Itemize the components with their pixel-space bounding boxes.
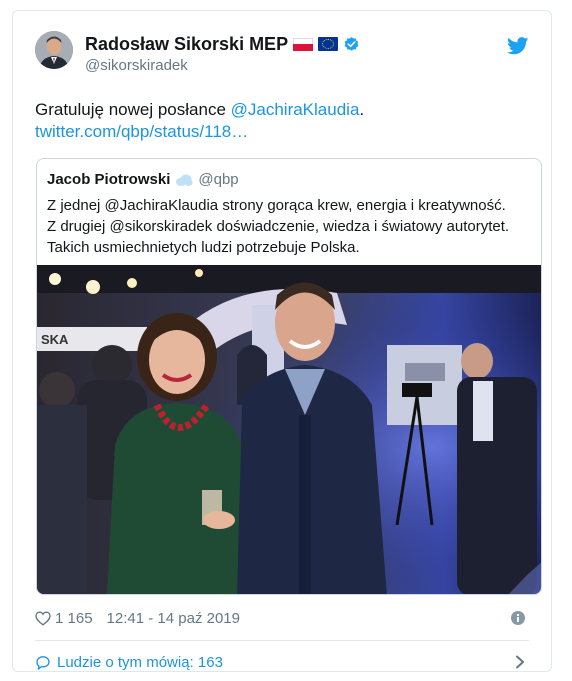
tweet-meta: 1 165 12:41 - 14 paź 2019 — [35, 608, 529, 628]
quoted-author-name: Jacob Piotrowski — [47, 171, 171, 188]
tweet-text-prefix: Gratuluję nowej posłance — [35, 100, 231, 119]
author-avatar[interactable] — [35, 31, 73, 69]
info-icon[interactable] — [511, 611, 525, 625]
heart-icon[interactable] — [35, 610, 51, 626]
author-names[interactable]: Radosław Sikorski MEP @sikorskiradek — [85, 33, 360, 74]
embedded-tweet-card: Radosław Sikorski MEP @sikorskiradek Gra… — [12, 10, 552, 672]
twitter-bird-icon[interactable] — [507, 37, 529, 55]
tweet-header: Radosław Sikorski MEP @sikorskiradek — [35, 31, 529, 77]
chevron-right-icon[interactable] — [515, 655, 525, 669]
quoted-line-3: Takich usmiechnietych ludzi potrzebuje P… — [47, 239, 360, 256]
author-display-name: Radosław Sikorski MEP — [85, 34, 289, 54]
comment-bubble-icon — [36, 655, 50, 670]
tweet-text: Gratuluję nowej posłance @JachiraKlaudia… — [35, 99, 529, 143]
quoted-author-handle: @qbp — [198, 171, 239, 188]
cloud-emoji-icon — [176, 174, 193, 186]
quoted-tweet[interactable]: Jacob Piotrowski @qbp Z jednej @JachiraK… — [36, 158, 542, 595]
flag-eu-icon — [318, 37, 339, 51]
tweet-text-suffix: . — [359, 100, 365, 119]
flag-pl-icon — [293, 37, 314, 51]
conversation-label[interactable]: Ludzie o tym mówią: 163 — [57, 654, 223, 671]
author-display-name-row: Radosław Sikorski MEP — [85, 33, 360, 55]
like-count[interactable]: 1 165 — [55, 610, 93, 627]
footer-divider — [35, 640, 529, 641]
verified-icon — [344, 36, 359, 51]
conversation-footer[interactable]: Ludzie o tym mówią: 163 — [35, 651, 529, 673]
quoted-tweet-text: Z jednej @JachiraKlaudia strony gorąca k… — [47, 195, 531, 258]
author-handle: @sikorskiradek — [85, 57, 188, 74]
quoted-tweet-photo[interactable]: SKA — [37, 265, 541, 594]
tweet-url-link[interactable]: twitter.com/qbp/status/118… — [35, 122, 248, 141]
quoted-line-1: Z jednej @JachiraKlaudia strony gorąca k… — [47, 197, 506, 214]
tweet-mention-link[interactable]: @JachiraKlaudia — [231, 100, 360, 119]
svg-text:SKA: SKA — [41, 332, 69, 347]
quoted-line-2: Z drugiej @sikorskiradek doświadczenie, … — [47, 218, 510, 235]
tweet-timestamp[interactable]: 12:41 - 14 paź 2019 — [107, 610, 240, 627]
quoted-tweet-header: Jacob Piotrowski @qbp — [47, 171, 239, 188]
